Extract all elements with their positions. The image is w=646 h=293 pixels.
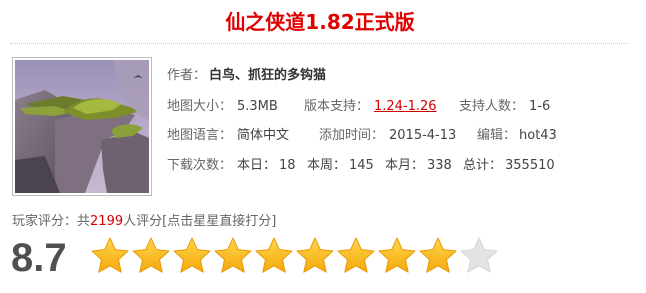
star-shape	[419, 237, 457, 273]
page-title: 仙之侠道1.82正式版	[225, 10, 415, 34]
star-filled-icon[interactable]	[336, 236, 376, 276]
editor-label: 编辑：	[477, 128, 517, 143]
star-filled-icon[interactable]	[131, 236, 171, 276]
map-size-label: 地图大小：	[167, 99, 233, 114]
downloads-total-value: 355510	[505, 158, 555, 173]
downloads-month-label: 本月：	[385, 158, 425, 173]
star-filled-icon[interactable]	[213, 236, 253, 276]
downloads-week-label: 本周：	[307, 158, 347, 173]
rating-label: 玩家评分：	[12, 214, 78, 229]
map-size-value: 5.3MB	[237, 99, 278, 114]
downloads-today-label: 本日：	[237, 158, 277, 173]
star-shape	[214, 237, 252, 273]
added-date-value: 2015-4-13	[389, 128, 457, 143]
star-shape	[460, 237, 498, 273]
players-value: 1-6	[529, 99, 551, 114]
downloads-total-label: 总计：	[463, 158, 503, 173]
downloads-week-value: 145	[349, 158, 374, 173]
star-shape	[296, 237, 334, 273]
rating-count: 2199	[90, 214, 124, 229]
rating-hint: [点击星星直接打分]	[162, 214, 277, 229]
star-shape	[378, 237, 416, 273]
rating-prefix: 共	[77, 214, 91, 229]
version-support-label: 版本支持：	[304, 99, 370, 114]
players-label: 支持人数：	[459, 99, 525, 114]
language-label: 地图语言：	[167, 128, 233, 143]
downloads-month-value: 338	[427, 158, 452, 173]
star-filled-icon[interactable]	[90, 236, 130, 276]
star-shape	[91, 237, 129, 273]
version-support-link[interactable]: 1.24-1.26	[374, 95, 437, 119]
star-shape	[255, 237, 293, 273]
star-filled-icon[interactable]	[254, 236, 294, 276]
map-thumbnail-image	[15, 60, 149, 193]
star-filled-icon[interactable]	[172, 236, 212, 276]
editor-value: hot43	[519, 128, 557, 143]
author-label: 作者：	[167, 68, 207, 83]
star-filled-icon[interactable]	[377, 236, 417, 276]
star-filled-icon[interactable]	[418, 236, 458, 276]
map-thumbnail[interactable]	[12, 57, 152, 196]
star-empty-icon[interactable]	[459, 236, 499, 276]
star-shape	[337, 237, 375, 273]
star-filled-icon[interactable]	[295, 236, 335, 276]
star-shape	[132, 237, 170, 273]
title-divider	[10, 43, 628, 44]
language-value: 简体中文	[237, 128, 290, 143]
downloads-label: 下载次数：	[167, 158, 233, 173]
star-shape	[173, 237, 211, 273]
rating-summary: 玩家评分：共2199人评分[点击星星直接打分]	[12, 210, 276, 229]
map-detail-panel: 仙之侠道1.82正式版 作者： 白鸟、抓狂的多钩猫 地图大小： 5.3MB 版本…	[0, 0, 646, 293]
rating-score: 8.7	[11, 236, 67, 280]
added-date-label: 添加时间：	[319, 128, 385, 143]
rating-suffix: 人评分	[123, 214, 163, 229]
author-value: 白鸟、抓狂的多钩猫	[209, 68, 327, 83]
downloads-today-value: 18	[279, 158, 296, 173]
